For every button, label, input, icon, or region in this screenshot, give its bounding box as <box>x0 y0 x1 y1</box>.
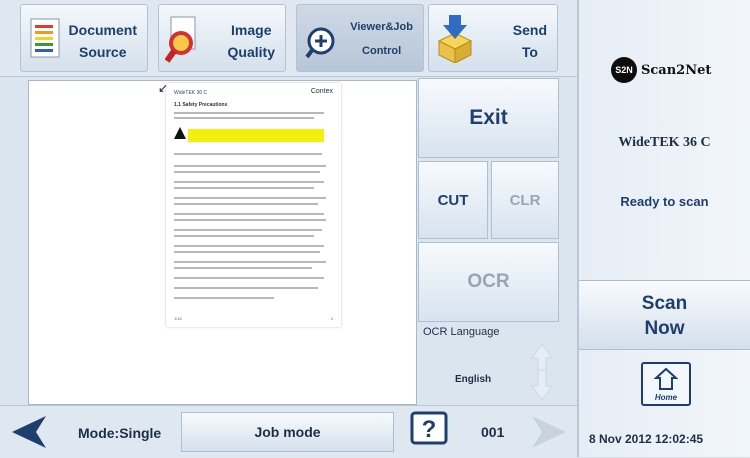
ocr-button[interactable]: OCR <box>418 242 559 322</box>
preview-page: ↙ WideTEK 36 C Contex 1.1 Safety Precaut… <box>158 81 341 327</box>
scanner-status: Ready to scan <box>620 194 709 209</box>
clr-button[interactable]: CLR <box>491 161 559 239</box>
warning-box <box>188 129 324 142</box>
page-header-left: WideTEK 36 C <box>174 90 208 96</box>
status-panel: S2N Scan2Net WideTEK 36 C Ready to scan … <box>577 0 750 457</box>
viewer-job-control-button[interactable]: Viewer&Job Control <box>296 4 424 72</box>
scanner-model: WideTEK 36 C <box>618 135 711 150</box>
zoom-icon <box>305 27 335 59</box>
ocr-language-value[interactable]: English <box>455 374 491 385</box>
text-line <box>174 219 326 221</box>
text-line <box>174 197 326 199</box>
top-toolbar: Document Source Image Quality Viewer&Job… <box>0 0 577 77</box>
text-line <box>174 297 274 299</box>
send-box-icon <box>437 15 473 63</box>
viewer-job-control-label: Viewer&Job Control <box>350 21 413 57</box>
help-icon[interactable]: ? <box>410 411 448 445</box>
text-line <box>174 181 324 183</box>
text-line <box>174 287 318 289</box>
text-line <box>174 117 314 119</box>
text-line <box>174 165 326 167</box>
cut-button[interactable]: CUT <box>418 161 488 239</box>
home-button[interactable]: Home <box>641 362 691 406</box>
document-source-label: Document Source <box>68 22 137 60</box>
page-footer-right: 2 <box>330 316 333 321</box>
datetime: 8 Nov 2012 12:02:45 <box>589 432 704 446</box>
text-line <box>174 245 324 247</box>
logo-wordmark: Scan2Net <box>641 62 712 78</box>
send-to-button[interactable]: Send To <box>428 4 558 72</box>
magnifier-icon <box>165 16 196 63</box>
text-line <box>174 213 324 215</box>
text-line <box>174 261 326 263</box>
down-arrow-icon[interactable] <box>531 368 553 402</box>
job-mode-button[interactable]: Job mode <box>181 412 394 452</box>
back-arrow-icon[interactable] <box>10 412 50 452</box>
forward-arrow-icon[interactable] <box>528 412 568 452</box>
text-line <box>174 203 318 205</box>
scan-now-line1: Scan <box>641 293 688 314</box>
bottom-bar: Mode:Single Job mode ? 001 <box>0 405 577 458</box>
page-section-title: 1.1 Safety Precautions <box>174 102 228 108</box>
image-quality-button[interactable]: Image Quality <box>158 4 286 72</box>
text-line <box>174 251 320 253</box>
text-line <box>174 112 324 114</box>
scan-now-button[interactable]: Scan Now <box>579 280 750 350</box>
mode-label: Mode:Single <box>78 425 162 441</box>
text-line <box>174 229 322 231</box>
document-source-button[interactable]: Document Source <box>20 4 148 72</box>
scan-now-line2: Now <box>644 318 685 339</box>
send-to-label: Send To <box>512 22 547 60</box>
logo-disc-icon: S2N <box>611 57 637 83</box>
document-icon <box>30 18 60 58</box>
text-line <box>174 171 320 173</box>
text-line <box>174 187 314 189</box>
text-line <box>174 153 322 155</box>
corner-marker-icon: ↙ <box>158 81 169 95</box>
warning-icon <box>174 127 186 139</box>
scanner-app: Document Source Image Quality Viewer&Job… <box>0 0 750 458</box>
page-footer-left: 1/16 <box>174 316 182 321</box>
text-line <box>174 277 324 279</box>
scan2net-logo: S2N Scan2Net <box>611 57 711 83</box>
text-line <box>174 235 314 237</box>
image-quality-label: Image Quality <box>227 22 275 60</box>
page-header-right: Contex <box>310 88 333 95</box>
page-counter: 001 <box>481 424 505 440</box>
text-line <box>174 267 312 269</box>
help-label: ? <box>422 416 437 443</box>
ocr-language-label: OCR Language <box>423 326 500 338</box>
home-icon <box>654 367 678 390</box>
home-label: Home <box>654 393 678 402</box>
exit-button[interactable]: Exit <box>418 78 559 158</box>
preview-pane[interactable]: ↙ WideTEK 36 C Contex 1.1 Safety Precaut… <box>28 80 417 405</box>
ocr-language-panel: OCR Language English <box>419 326 559 406</box>
